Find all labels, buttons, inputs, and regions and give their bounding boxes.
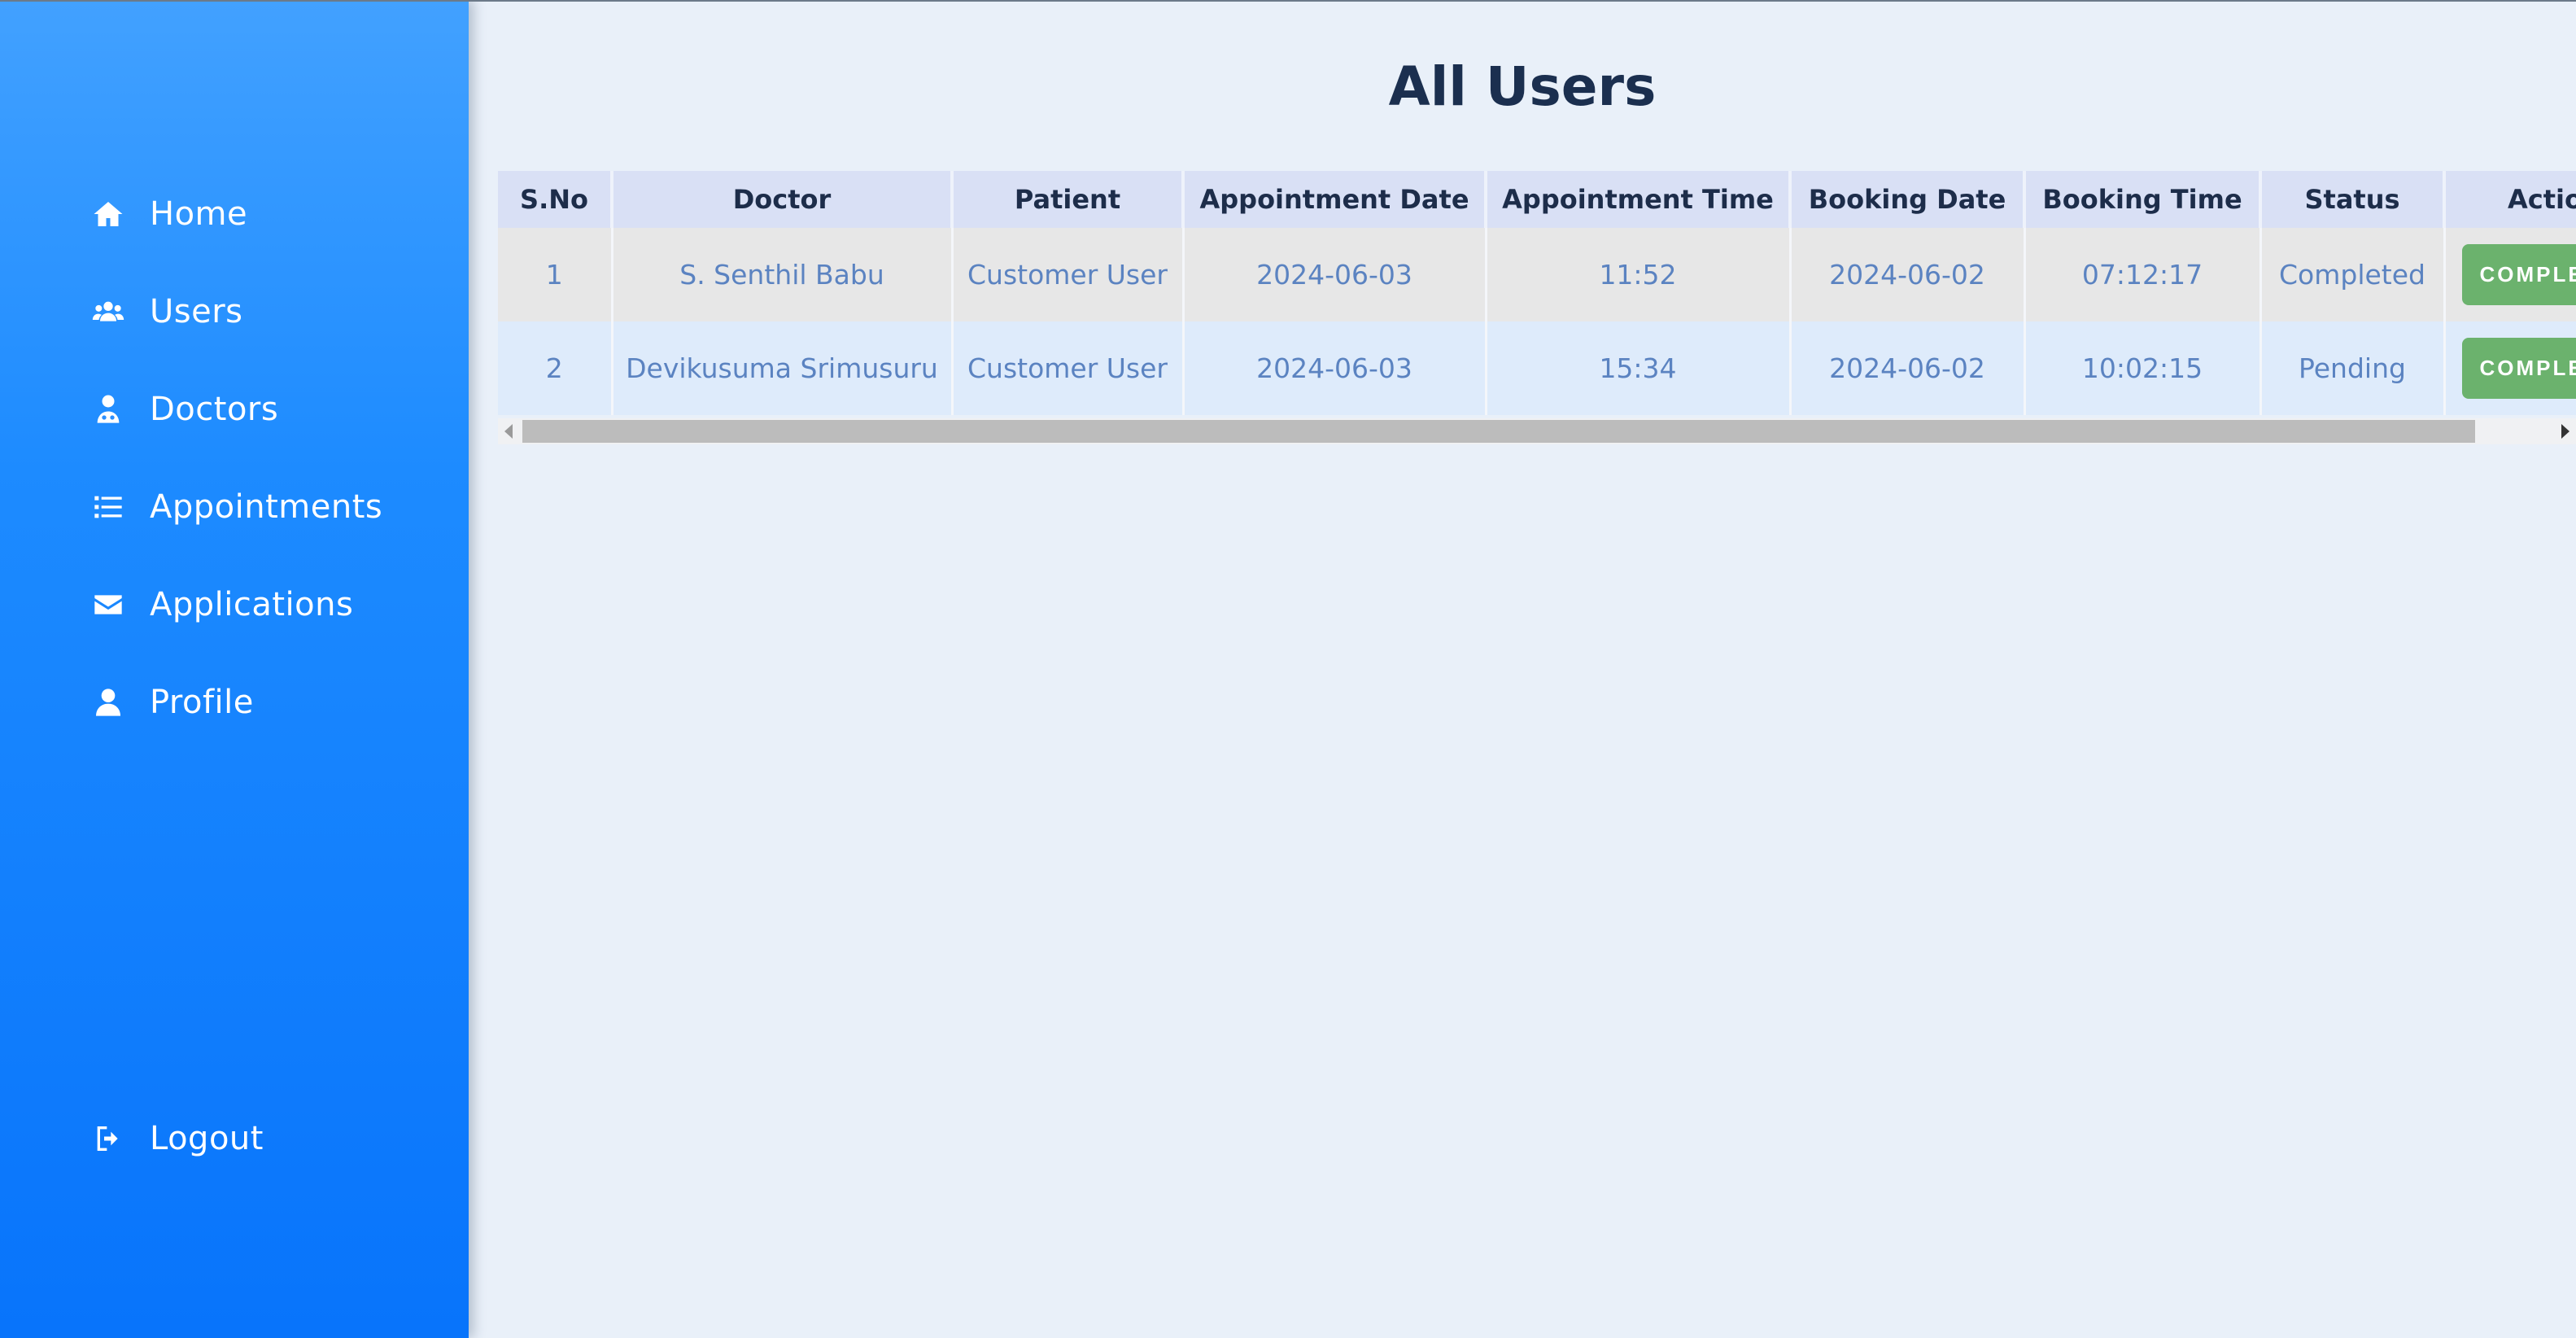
sidebar-item-appointments[interactable]: Appointments xyxy=(90,479,382,536)
sidebar-item-label: Profile xyxy=(150,684,254,721)
cell-patient: Customer User xyxy=(952,228,1185,321)
cell-appointment-time: 15:34 xyxy=(1486,321,1792,415)
sidebar-item-label: Applications xyxy=(150,586,354,623)
list-icon xyxy=(90,488,127,526)
column-header: Doctor xyxy=(612,171,954,228)
cell-status: Completed xyxy=(2260,228,2446,321)
cell-appointment-date: 2024-06-03 xyxy=(1183,321,1487,415)
column-header: Appointment Time xyxy=(1486,171,1792,228)
appointments-table-container[interactable]: S.No Doctor Patient Appointment Date App… xyxy=(498,171,2576,448)
cell-action: COMPLETE xyxy=(2444,228,2576,321)
cell-sno: 2 xyxy=(498,321,613,415)
column-header: S.No xyxy=(498,171,613,228)
column-header: Appointment Date xyxy=(1183,171,1487,228)
sidebar-item-label: Home xyxy=(150,195,248,233)
sidebar-item-applications[interactable]: Applications xyxy=(90,576,353,633)
cell-patient: Customer User xyxy=(952,321,1185,415)
cell-appointment-time: 11:52 xyxy=(1486,228,1792,321)
top-border xyxy=(0,0,2576,2)
sidebar-item-label: Appointments xyxy=(150,488,383,526)
table-row: 2 Devikusuma Srimusuru Customer User 202… xyxy=(498,321,2576,415)
cell-appointment-date: 2024-06-03 xyxy=(1183,228,1487,321)
complete-button[interactable]: COMPLETE xyxy=(2461,244,2576,305)
cell-action: COMPLETE xyxy=(2444,321,2576,415)
column-header: Booking Date xyxy=(1790,171,2026,228)
sidebar-item-profile[interactable]: Profile xyxy=(90,674,254,731)
sidebar: Home Users Doctors Appointments Applicat… xyxy=(0,0,469,1338)
scroll-left-arrow-icon[interactable] xyxy=(504,424,513,439)
sidebar-item-users[interactable]: Users xyxy=(90,283,243,340)
cell-booking-date: 2024-06-02 xyxy=(1790,228,2026,321)
home-icon xyxy=(90,195,127,233)
sidebar-item-home[interactable]: Home xyxy=(90,186,247,243)
sidebar-item-label: Users xyxy=(150,293,243,330)
envelope-icon xyxy=(90,586,127,623)
column-header: Status xyxy=(2260,171,2446,228)
scroll-right-arrow-icon[interactable] xyxy=(2561,424,2569,439)
table-row: 1 S. Senthil Babu Customer User 2024-06-… xyxy=(498,228,2576,321)
cell-booking-date: 2024-06-02 xyxy=(1790,321,2026,415)
cell-doctor: S. Senthil Babu xyxy=(612,228,954,321)
complete-button[interactable]: COMPLETE xyxy=(2461,338,2576,399)
user-icon xyxy=(90,684,127,721)
logout-button[interactable]: Logout xyxy=(90,1110,264,1167)
cell-status: Pending xyxy=(2260,321,2446,415)
logout-icon xyxy=(90,1120,127,1157)
horizontal-scrollbar[interactable] xyxy=(498,418,2576,444)
page-title: All Users xyxy=(1388,55,1657,118)
doctor-icon xyxy=(90,391,127,428)
sidebar-item-label: Doctors xyxy=(150,391,279,428)
cell-booking-time: 07:12:17 xyxy=(2024,228,2262,321)
cell-booking-time: 10:02:15 xyxy=(2024,321,2262,415)
column-header: Booking Time xyxy=(2024,171,2262,228)
table-header-row: S.No Doctor Patient Appointment Date App… xyxy=(498,171,2576,228)
logout-label: Logout xyxy=(150,1120,264,1157)
cell-sno: 1 xyxy=(498,228,613,321)
appointments-table: S.No Doctor Patient Appointment Date App… xyxy=(498,171,2576,415)
scrollbar-thumb[interactable] xyxy=(522,420,2475,443)
users-icon xyxy=(90,293,127,330)
sidebar-item-doctors[interactable]: Doctors xyxy=(90,381,278,438)
cell-doctor: Devikusuma Srimusuru xyxy=(612,321,954,415)
column-header: Patient xyxy=(952,171,1185,228)
column-header: Action xyxy=(2444,171,2576,228)
